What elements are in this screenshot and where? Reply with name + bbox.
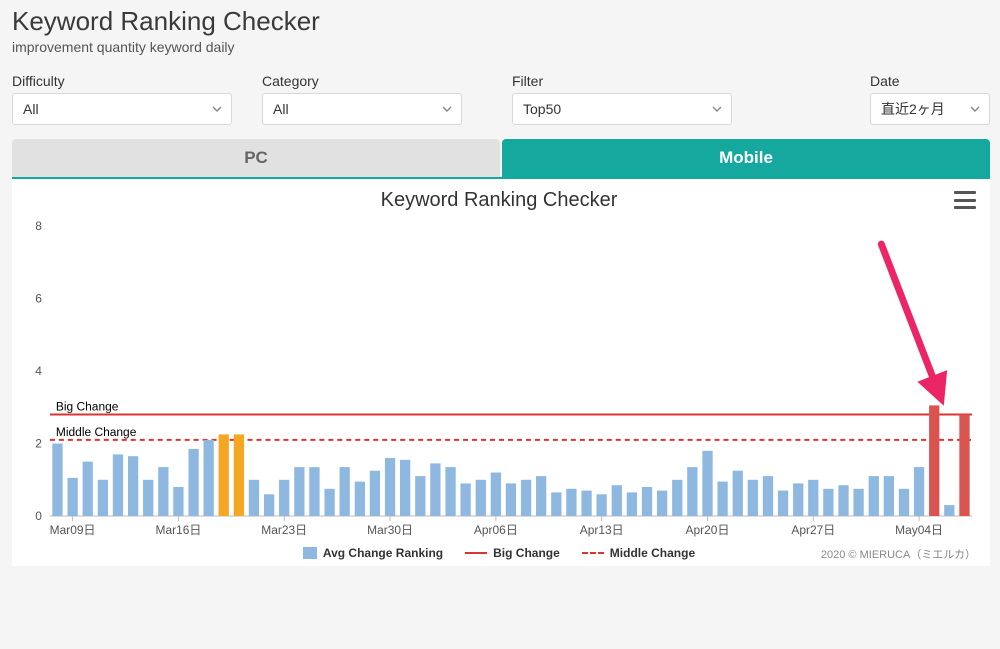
svg-text:4: 4 bbox=[35, 364, 42, 378]
filter-bar: Difficulty All Category All Filter Top50… bbox=[12, 73, 990, 125]
tab-pc[interactable]: PC bbox=[12, 139, 500, 177]
copyright: 2020 © MIERUCA（ミエルカ） bbox=[821, 546, 976, 562]
chevron-down-icon bbox=[967, 101, 983, 117]
date-value: 直近2ヶ月 bbox=[881, 99, 945, 119]
legend-dash-icon bbox=[582, 552, 604, 554]
chevron-down-icon bbox=[709, 101, 725, 117]
chart-plot: 0 2 4 6 8 Mar09日 Mar16日 Mar23日 Mar30日 Apr06日 Apr13… bbox=[20, 218, 978, 542]
svg-text:Mar09日: Mar09日 bbox=[50, 523, 96, 537]
category-label: Category bbox=[262, 73, 462, 89]
filter-value: Top50 bbox=[523, 101, 561, 117]
chart-panel: Keyword Ranking Checker 0 2 4 6 8 Mar09日 Mar16… bbox=[12, 177, 990, 566]
chart-title: Keyword Ranking Checker bbox=[20, 185, 978, 218]
tab-mobile[interactable]: Mobile bbox=[502, 139, 990, 177]
chevron-down-icon bbox=[209, 101, 225, 117]
svg-text:Apr06日: Apr06日 bbox=[474, 523, 518, 537]
legend-mid: Middle Change bbox=[582, 546, 695, 560]
svg-text:8: 8 bbox=[35, 219, 42, 233]
svg-text:Mar16日: Mar16日 bbox=[155, 523, 201, 537]
svg-text:2: 2 bbox=[35, 436, 42, 450]
legend-big: Big Change bbox=[465, 546, 560, 560]
chart-menu-icon[interactable] bbox=[954, 191, 976, 209]
svg-text:Apr27日: Apr27日 bbox=[791, 523, 835, 537]
svg-text:6: 6 bbox=[35, 291, 42, 305]
svg-text:Mar23日: Mar23日 bbox=[261, 523, 307, 537]
chevron-down-icon bbox=[439, 101, 455, 117]
legend-bar-icon bbox=[303, 547, 317, 559]
svg-text:Apr13日: Apr13日 bbox=[580, 523, 624, 537]
difficulty-label: Difficulty bbox=[12, 73, 232, 89]
svg-text:Big Change: Big Change bbox=[56, 399, 119, 413]
date-label: Date bbox=[870, 73, 990, 89]
page-subtitle: improvement quantity keyword daily bbox=[12, 39, 990, 55]
date-select[interactable]: 直近2ヶ月 bbox=[870, 93, 990, 125]
filter-label: Filter bbox=[512, 73, 732, 89]
device-tabs: PC Mobile bbox=[12, 139, 990, 177]
legend-avg: Avg Change Ranking bbox=[303, 546, 443, 560]
legend-line-icon bbox=[465, 552, 487, 554]
filter-select[interactable]: Top50 bbox=[512, 93, 732, 125]
page-title: Keyword Ranking Checker bbox=[12, 6, 990, 37]
difficulty-value: All bbox=[23, 101, 39, 117]
category-value: All bbox=[273, 101, 289, 117]
difficulty-select[interactable]: All bbox=[12, 93, 232, 125]
svg-text:Middle Change: Middle Change bbox=[56, 425, 137, 439]
category-select[interactable]: All bbox=[262, 93, 462, 125]
svg-text:Apr20日: Apr20日 bbox=[686, 523, 730, 537]
svg-text:0: 0 bbox=[35, 509, 42, 523]
svg-text:Mar30日: Mar30日 bbox=[367, 523, 413, 537]
svg-text:May04日: May04日 bbox=[895, 523, 943, 537]
